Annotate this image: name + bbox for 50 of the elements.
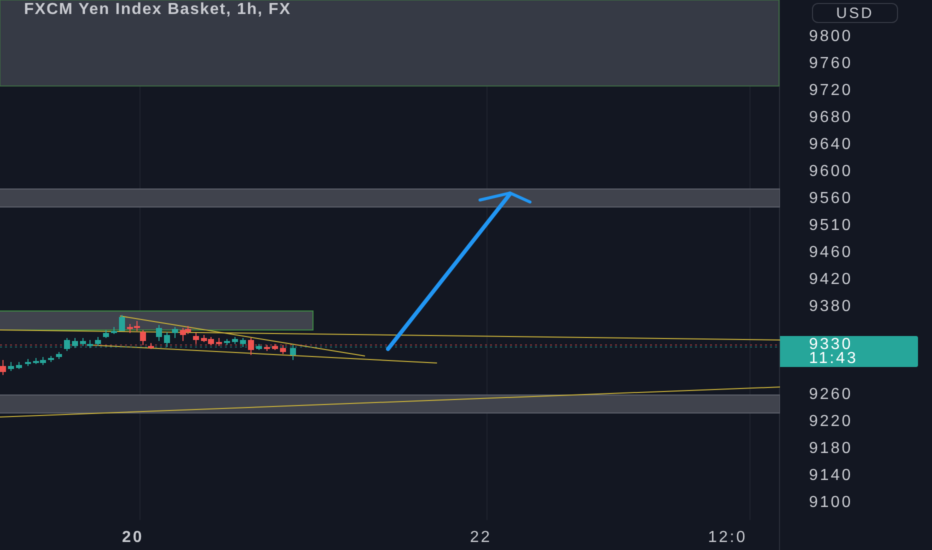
price-tick-label: 9600 (809, 162, 853, 182)
price-tick-label: 9800 (809, 26, 853, 46)
candlestick (256, 344, 262, 350)
candlestick (280, 344, 286, 354)
candlestick (103, 330, 109, 338)
time-tick-label: 12:0 (708, 529, 748, 547)
price-tick-label: 9220 (809, 412, 853, 432)
candlestick (193, 332, 199, 344)
candlestick (172, 326, 178, 338)
candlestick (8, 362, 14, 372)
price-tick-label: 9680 (809, 108, 853, 128)
price-tick-label: 9260 (809, 384, 853, 404)
candlestick (64, 338, 70, 352)
chart-title: FXCM Yen Index Basket, 1h, FX (24, 1, 291, 19)
time-tick-label: 20 (122, 529, 144, 547)
price-tick-label: 9100 (809, 492, 853, 512)
price-tick-label: 9380 (809, 296, 853, 316)
candlestick (95, 336, 101, 346)
candlestick (232, 336, 238, 344)
candlestick (272, 344, 278, 350)
candlestick (111, 326, 117, 334)
price-tick-label: 9510 (809, 216, 853, 236)
price-tick-label: 9420 (809, 270, 853, 290)
candlestick (224, 338, 230, 346)
candlestick (216, 338, 222, 346)
price-tick-label: 9640 (809, 134, 853, 154)
candlestick (56, 352, 62, 360)
candlestick (156, 324, 162, 342)
candlestick (16, 362, 22, 370)
bar-countdown: 11:43 (809, 352, 859, 366)
candlestick (264, 344, 270, 352)
price-tick-label: 9140 (809, 466, 853, 486)
candlestick (25, 358, 31, 366)
last-price: 9330 (809, 338, 853, 352)
price-tick-label: 9560 (809, 188, 853, 208)
candlestick (148, 342, 154, 350)
candlestick (72, 338, 78, 348)
candlestick (248, 338, 254, 356)
price-tick-label: 9760 (809, 54, 853, 74)
price-tick-label: 9460 (809, 242, 853, 262)
candlestick (0, 360, 6, 376)
candlestick (119, 314, 125, 332)
time-tick-label: 22 (470, 529, 492, 547)
currency-button[interactable]: USD (812, 3, 898, 23)
candlestick (290, 344, 296, 360)
price-tick-label: 9720 (809, 80, 853, 100)
candlestick (240, 338, 246, 348)
price-tick-label: 9180 (809, 438, 853, 458)
candlestick (48, 356, 54, 362)
candlestick (164, 332, 170, 348)
